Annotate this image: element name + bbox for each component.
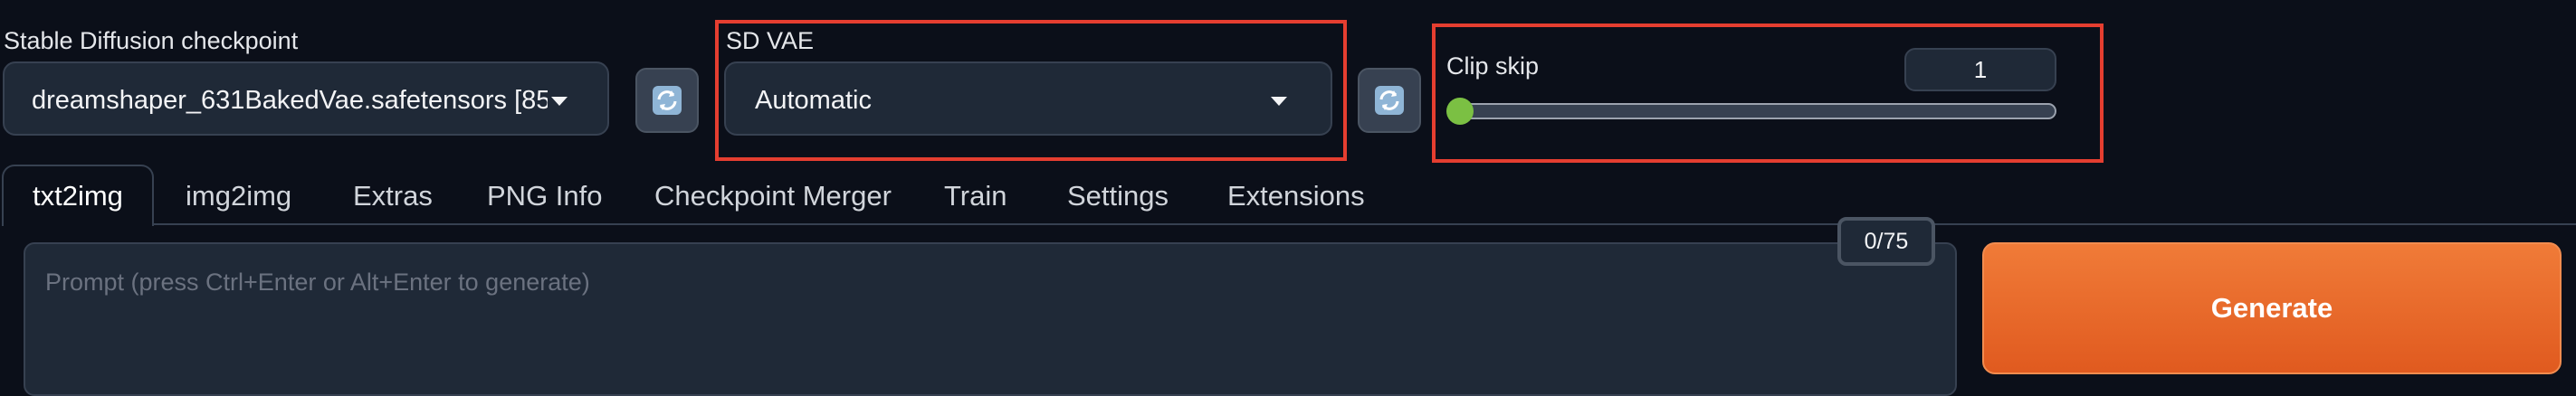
chevron-down-icon [551, 97, 568, 106]
tab-extensions[interactable]: Extensions [1227, 182, 1365, 210]
vae-select-value: Automatic [755, 86, 872, 115]
tab-img2img[interactable]: img2img [186, 182, 291, 210]
tab-checkpoint-merger[interactable]: Checkpoint Merger [654, 182, 892, 210]
token-counter: 0/75 [1837, 217, 1935, 266]
clip-skip-slider-thumb[interactable] [1446, 98, 1474, 125]
clip-skip-label: Clip skip [1446, 52, 1540, 80]
checkpoint-label: Stable Diffusion checkpoint [4, 27, 299, 54]
tab-train[interactable]: Train [944, 182, 1007, 210]
tab-settings[interactable]: Settings [1067, 182, 1169, 210]
refresh-checkpoint-button[interactable] [635, 68, 699, 133]
refresh-icon [653, 86, 682, 115]
prompt-textarea[interactable]: Prompt (press Ctrl+Enter or Alt+Enter to… [24, 242, 1957, 396]
clip-skip-number-input[interactable]: 1 [1904, 48, 2056, 91]
vae-label: SD VAE [726, 27, 815, 54]
checkpoint-select-value: dreamshaper_631BakedVae.safetensors [853… [32, 86, 548, 115]
tabs-divider [154, 223, 2576, 225]
tab-txt2img[interactable]: txt2img [33, 182, 123, 210]
refresh-vae-button[interactable] [1358, 68, 1421, 133]
checkpoint-select[interactable]: dreamshaper_631BakedVae.safetensors [853… [3, 61, 609, 136]
generate-button[interactable]: Generate [1982, 242, 2562, 374]
refresh-icon [1375, 86, 1404, 115]
vae-select[interactable]: Automatic [724, 61, 1332, 136]
clip-skip-highlight-box [1432, 24, 2104, 163]
clip-skip-slider[interactable] [1452, 103, 2056, 119]
prompt-placeholder: Prompt (press Ctrl+Enter or Alt+Enter to… [45, 269, 590, 296]
tab-png-info[interactable]: PNG Info [487, 182, 603, 210]
tab-extras[interactable]: Extras [353, 182, 433, 210]
chevron-down-icon [1271, 97, 1287, 106]
